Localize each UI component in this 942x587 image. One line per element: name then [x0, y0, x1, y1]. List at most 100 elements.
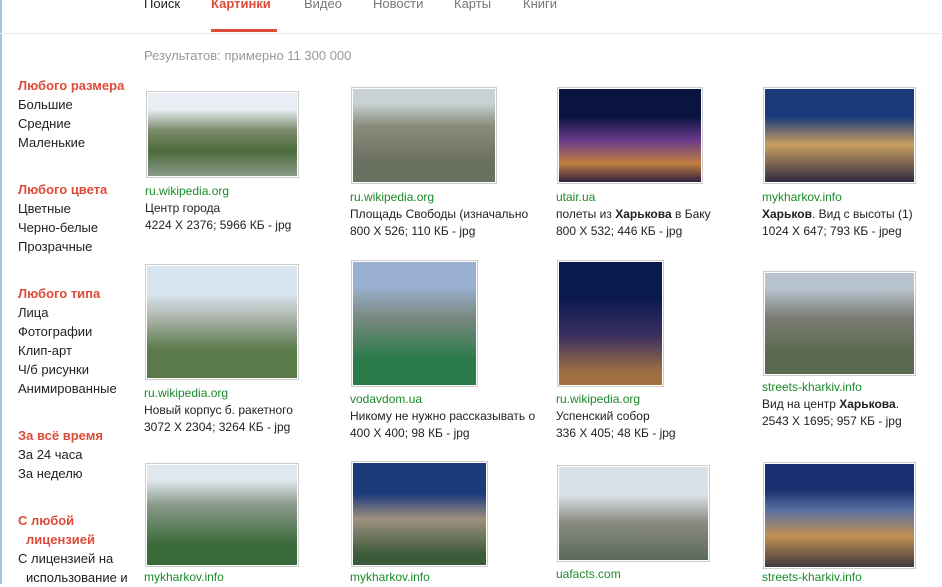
image-thumbnail[interactable]	[145, 264, 299, 380]
thumbnail-image	[353, 89, 495, 182]
thumbnail-image	[353, 463, 486, 565]
result-meta: 3072 X 2304; 3264 КБ - jpg	[144, 420, 291, 434]
title-highlight: Харькова	[615, 207, 672, 221]
filter-item[interactable]: Анимированные	[18, 379, 117, 398]
tab-search[interactable]: Поиск	[144, 0, 180, 11]
results-count: Результатов: примерно 11 300 000	[144, 48, 352, 63]
filter-item[interactable]: Лица	[18, 303, 117, 322]
image-thumbnail[interactable]	[145, 463, 299, 567]
result-source-link[interactable]: utair.ua	[556, 189, 711, 206]
result-source-link[interactable]: ru.wikipedia.org	[145, 183, 291, 200]
filter-item[interactable]: Фотографии	[18, 322, 117, 341]
result-meta: 400 X 400; 98 КБ - jpg	[350, 426, 470, 440]
filter-item[interactable]: Клип-арт	[18, 341, 117, 360]
filter-type: Любого типа Лица Фотографии Клип-арт Ч/б…	[18, 284, 117, 398]
image-thumbnail[interactable]	[557, 87, 703, 184]
thumbnail-image	[148, 93, 297, 176]
image-result-card: vodavdom.ua Никому не нужно рассказывать …	[350, 391, 535, 442]
result-source-link[interactable]: mykharkov.info	[144, 569, 224, 586]
image-thumbnail[interactable]	[351, 87, 497, 184]
thumbnail-image	[147, 465, 297, 565]
title-highlight: Харьков	[762, 207, 812, 221]
image-result-card: streets-kharkiv.info	[762, 569, 862, 586]
tab-maps[interactable]: Карты	[454, 0, 491, 11]
filter-item[interactable]: Цветные	[18, 199, 107, 218]
title-text: Вид на центр	[762, 397, 840, 411]
image-thumbnail[interactable]	[351, 461, 488, 567]
image-result-card: ru.wikipedia.org Успенский собор 336 X 405…	[556, 391, 676, 442]
image-result-card: streets-kharkiv.info Вид на центр Харьков…	[762, 379, 902, 430]
result-source-link[interactable]: mykharkov.info	[350, 569, 430, 586]
filter-header[interactable]: Любого цвета	[18, 180, 107, 199]
result-title: Вид на центр Харькова.	[762, 396, 902, 413]
image-thumbnail[interactable]	[557, 465, 710, 562]
image-thumbnail[interactable]	[351, 260, 478, 387]
filter-item[interactable]: Большие	[18, 95, 124, 114]
filter-header[interactable]: Любого размера	[18, 76, 124, 95]
result-meta: 800 X 532; 446 КБ - jpg	[556, 224, 683, 238]
image-result-card: mykharkov.info	[350, 569, 430, 586]
thumbnail-image	[765, 89, 914, 182]
result-source-link[interactable]: ru.wikipedia.org	[350, 189, 528, 206]
thumbnail-image	[559, 262, 662, 385]
image-result-card: mykharkov.info Харьков. Вид с высоты (1) 1…	[762, 189, 913, 240]
image-result-card: uafacts.com	[556, 566, 621, 583]
result-title: Никому не нужно рассказывать о	[350, 408, 535, 425]
filter-item[interactable]: Черно-белые	[18, 218, 107, 237]
image-result-card: utair.ua полеты из Харькова в Баку 800 X 5…	[556, 189, 711, 240]
filter-header[interactable]: С любой	[18, 511, 128, 530]
title-text: . Вид с высоты (1)	[811, 207, 913, 221]
result-meta: 4224 X 2376; 5966 КБ - jpg	[145, 218, 292, 232]
window-edge	[0, 0, 2, 584]
filter-item[interactable]: Прозрачные	[18, 237, 107, 256]
thumbnail-image	[559, 89, 701, 182]
result-source-link[interactable]: mykharkov.info	[762, 189, 913, 206]
title-text: Никому не нужно рассказывать о	[350, 409, 536, 423]
result-source-link[interactable]: ru.wikipedia.org	[556, 391, 676, 408]
filter-header[interactable]: Любого типа	[18, 284, 117, 303]
result-meta: 2543 X 1695; 957 КБ - jpg	[762, 414, 902, 428]
tab-video[interactable]: Видео	[304, 0, 342, 11]
result-source-link[interactable]: vodavdom.ua	[350, 391, 535, 408]
filter-header[interactable]: За всё время	[18, 426, 103, 445]
result-title: полеты из Харькова в Баку	[556, 206, 711, 223]
image-result-card: ru.wikipedia.org Новый корпус б. ракетног…	[144, 385, 293, 436]
result-source-link[interactable]: uafacts.com	[556, 566, 621, 583]
title-text: Центр города	[145, 201, 221, 215]
filter-size: Любого размера Большие Средние Маленькие	[18, 76, 124, 152]
result-source-link[interactable]: ru.wikipedia.org	[144, 385, 293, 402]
filter-item[interactable]: С лицензией на	[18, 549, 128, 568]
title-text: в Баку	[671, 207, 711, 221]
tab-news[interactable]: Новости	[373, 0, 423, 11]
result-meta: 1024 X 647; 793 КБ - jpeg	[762, 224, 902, 238]
image-thumbnail[interactable]	[763, 271, 916, 376]
thumbnail-image	[353, 262, 476, 385]
result-source-link[interactable]: streets-kharkiv.info	[762, 379, 902, 396]
tab-books[interactable]: Книги	[523, 0, 557, 11]
image-thumbnail[interactable]	[763, 462, 916, 569]
title-text: .	[895, 397, 900, 411]
image-result-card: ru.wikipedia.org Центр города 4224 X 2376;…	[145, 183, 291, 234]
image-thumbnail[interactable]	[557, 260, 664, 387]
image-thumbnail[interactable]	[763, 87, 916, 184]
result-title: Площадь Свободы (изначально	[350, 206, 528, 223]
title-text: Успенский собор	[556, 409, 650, 423]
title-text: Площадь Свободы (изначально	[350, 207, 529, 221]
image-result-card: ru.wikipedia.org Площадь Свободы (изначал…	[350, 189, 528, 240]
thumbnail-image	[559, 467, 708, 560]
image-result-card: mykharkov.info	[144, 569, 224, 586]
filter-item[interactable]: Маленькие	[18, 133, 124, 152]
filter-item[interactable]: использование и	[18, 568, 128, 587]
filter-header-cont[interactable]: лицензией	[18, 530, 128, 549]
thumbnail-image	[765, 273, 914, 374]
filter-item[interactable]: За неделю	[18, 464, 103, 483]
image-thumbnail[interactable]	[146, 91, 299, 178]
tab-images[interactable]: Картинки	[211, 0, 271, 11]
filter-time: За всё время За 24 часа За неделю	[18, 426, 103, 483]
filter-item[interactable]: За 24 часа	[18, 445, 103, 464]
result-title: Харьков. Вид с высоты (1)	[762, 206, 913, 223]
title-text: полеты из	[556, 207, 616, 221]
result-source-link[interactable]: streets-kharkiv.info	[762, 569, 862, 586]
filter-item[interactable]: Средние	[18, 114, 124, 133]
filter-item[interactable]: Ч/б рисунки	[18, 360, 117, 379]
